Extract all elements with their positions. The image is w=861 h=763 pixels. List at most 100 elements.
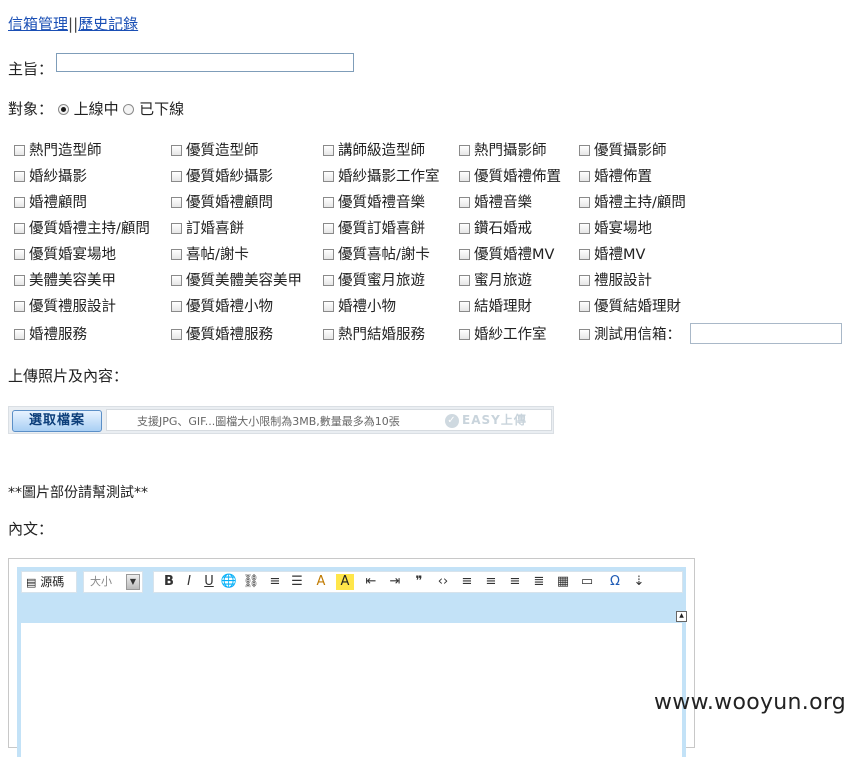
category-checkbox-item[interactable]: 婚紗工作室 <box>459 325 547 345</box>
category-checkbox[interactable] <box>459 301 470 312</box>
category-checkbox-item[interactable]: 熱門結婚服務 <box>323 325 425 345</box>
category-checkbox-item[interactable]: 優質婚禮顧問 <box>171 193 273 213</box>
category-checkbox[interactable] <box>14 145 25 156</box>
align-justify-icon[interactable]: ≣ <box>530 574 548 590</box>
subject-input[interactable] <box>56 53 354 72</box>
italic-icon[interactable]: I <box>180 574 198 590</box>
category-checkbox-item[interactable]: 婚禮服務 <box>14 325 87 345</box>
category-checkbox[interactable] <box>171 145 182 156</box>
online-radio[interactable] <box>57 104 69 115</box>
category-checkbox-item[interactable]: 鑽石婚戒 <box>459 219 532 239</box>
category-checkbox[interactable] <box>14 197 25 208</box>
category-checkbox[interactable] <box>171 275 182 286</box>
align-right-icon[interactable]: ≡ <box>506 574 524 590</box>
category-checkbox[interactable] <box>459 171 470 182</box>
category-checkbox-item[interactable]: 美體美容美甲 <box>14 271 116 291</box>
category-checkbox-item[interactable]: 優質婚禮佈置 <box>459 167 561 187</box>
special-char-icon[interactable]: Ω <box>606 574 624 590</box>
category-checkbox-item[interactable]: 婚禮佈置 <box>579 167 652 187</box>
upload-field[interactable]: 支援JPG、GIF...圖檔大小限制為3MB,數量最多為10張 ✓ EASY上傳 <box>106 409 552 431</box>
editor-content-area[interactable] <box>21 623 682 763</box>
category-checkbox[interactable] <box>14 223 25 234</box>
category-checkbox-item[interactable]: 優質婚禮音樂 <box>323 193 425 213</box>
category-checkbox-item[interactable]: 結婚理財 <box>459 297 532 317</box>
horizontal-rule-icon[interactable]: ▭ <box>578 574 596 590</box>
category-checkbox-item[interactable]: 婚禮主持/顧問 <box>579 193 686 213</box>
category-checkbox[interactable] <box>323 171 334 182</box>
unlink-icon[interactable]: ⛓ <box>242 574 260 590</box>
category-checkbox-item[interactable]: 婚紗攝影工作室 <box>323 167 440 187</box>
category-checkbox[interactable] <box>459 145 470 156</box>
link-icon[interactable]: 🌐 <box>220 574 238 590</box>
category-checkbox-item[interactable]: 優質婚紗攝影 <box>171 167 273 187</box>
code-icon[interactable]: ‹› <box>434 574 452 590</box>
ordered-list-icon[interactable]: ≡ <box>266 574 284 590</box>
category-checkbox[interactable] <box>323 197 334 208</box>
category-checkbox[interactable] <box>323 223 334 234</box>
category-checkbox-item[interactable]: 優質美體美容美甲 <box>171 271 302 291</box>
category-checkbox[interactable] <box>323 249 334 260</box>
category-checkbox-item[interactable]: 優質喜帖/謝卡 <box>323 245 430 265</box>
category-checkbox[interactable] <box>459 249 470 260</box>
align-center-icon[interactable]: ≡ <box>482 574 500 590</box>
category-checkbox-item[interactable]: 蜜月旅遊 <box>459 271 532 291</box>
mailbox-manage-link[interactable]: 信箱管理 <box>8 15 68 33</box>
category-checkbox[interactable] <box>579 275 590 286</box>
category-checkbox[interactable] <box>579 223 590 234</box>
category-checkbox-item[interactable]: 優質結婚理財 <box>579 297 681 317</box>
category-checkbox-item[interactable]: 優質婚宴場地 <box>14 245 116 265</box>
outdent-icon[interactable]: ⇤ <box>362 574 380 590</box>
category-checkbox[interactable] <box>171 223 182 234</box>
category-checkbox-item[interactable]: 婚禮MV <box>579 245 645 265</box>
category-checkbox[interactable] <box>323 329 334 340</box>
category-checkbox-item[interactable]: 訂婚喜餅 <box>171 219 244 239</box>
source-button[interactable]: ▤ 源碼 <box>21 571 77 593</box>
indent-icon[interactable]: ⇥ <box>386 574 404 590</box>
category-checkbox-item[interactable]: 優質造型師 <box>171 141 259 161</box>
category-checkbox[interactable] <box>171 171 182 182</box>
category-checkbox[interactable] <box>323 275 334 286</box>
category-checkbox-item[interactable]: 喜帖/謝卡 <box>171 245 249 265</box>
category-checkbox-item[interactable]: 婚禮音樂 <box>459 193 532 213</box>
category-checkbox[interactable] <box>14 249 25 260</box>
font-size-select[interactable]: 大小 ▼ <box>83 571 143 593</box>
select-file-button[interactable]: 選取檔案 <box>12 410 102 432</box>
category-checkbox-item[interactable]: 熱門造型師 <box>14 141 102 161</box>
category-checkbox-item[interactable]: 婚禮顧問 <box>14 193 87 213</box>
font-color-icon[interactable]: A <box>312 574 330 590</box>
align-left-icon[interactable]: ≡ <box>458 574 476 590</box>
category-checkbox-item[interactable]: 熱門攝影師 <box>459 141 547 161</box>
category-checkbox[interactable] <box>579 301 590 312</box>
category-checkbox-item[interactable]: 優質婚禮主持/顧問 <box>14 219 150 239</box>
category-checkbox[interactable] <box>14 171 25 182</box>
category-checkbox-item[interactable]: 優質禮服設計 <box>14 297 116 317</box>
category-checkbox-item[interactable]: 婚宴場地 <box>579 219 652 239</box>
category-checkbox-item[interactable]: 優質攝影師 <box>579 141 667 161</box>
category-checkbox-item[interactable]: 婚紗攝影 <box>14 167 87 187</box>
category-checkbox[interactable] <box>459 223 470 234</box>
highlight-icon[interactable]: A <box>336 574 354 590</box>
underline-icon[interactable]: U <box>200 574 218 590</box>
category-checkbox-item[interactable]: 講師級造型師 <box>323 141 425 161</box>
category-checkbox[interactable] <box>579 171 590 182</box>
category-checkbox-item[interactable]: 婚禮小物 <box>323 297 396 317</box>
collapse-toolbar-icon[interactable]: ▲ <box>676 611 687 622</box>
category-checkbox[interactable] <box>579 249 590 260</box>
category-checkbox[interactable] <box>323 301 334 312</box>
category-checkbox-item[interactable]: 優質訂婚喜餅 <box>323 219 425 239</box>
blockquote-icon[interactable]: ❞ <box>410 574 428 590</box>
category-checkbox-item[interactable]: 禮服設計 <box>579 271 652 291</box>
category-checkbox[interactable] <box>14 329 25 340</box>
category-checkbox-item[interactable]: 優質婚禮小物 <box>171 297 273 317</box>
category-checkbox[interactable] <box>171 329 182 340</box>
table-icon[interactable]: ▦ <box>554 574 572 590</box>
bold-icon[interactable]: B <box>160 574 178 590</box>
category-checkbox[interactable] <box>579 329 590 340</box>
category-checkbox[interactable] <box>171 197 182 208</box>
category-checkbox-item[interactable]: 測試用信箱： <box>579 325 681 345</box>
history-link[interactable]: 歷史記錄 <box>78 15 138 33</box>
category-checkbox[interactable] <box>459 197 470 208</box>
offline-radio[interactable] <box>123 104 135 115</box>
page-break-icon[interactable]: ⇣ <box>630 574 648 590</box>
category-checkbox[interactable] <box>14 301 25 312</box>
